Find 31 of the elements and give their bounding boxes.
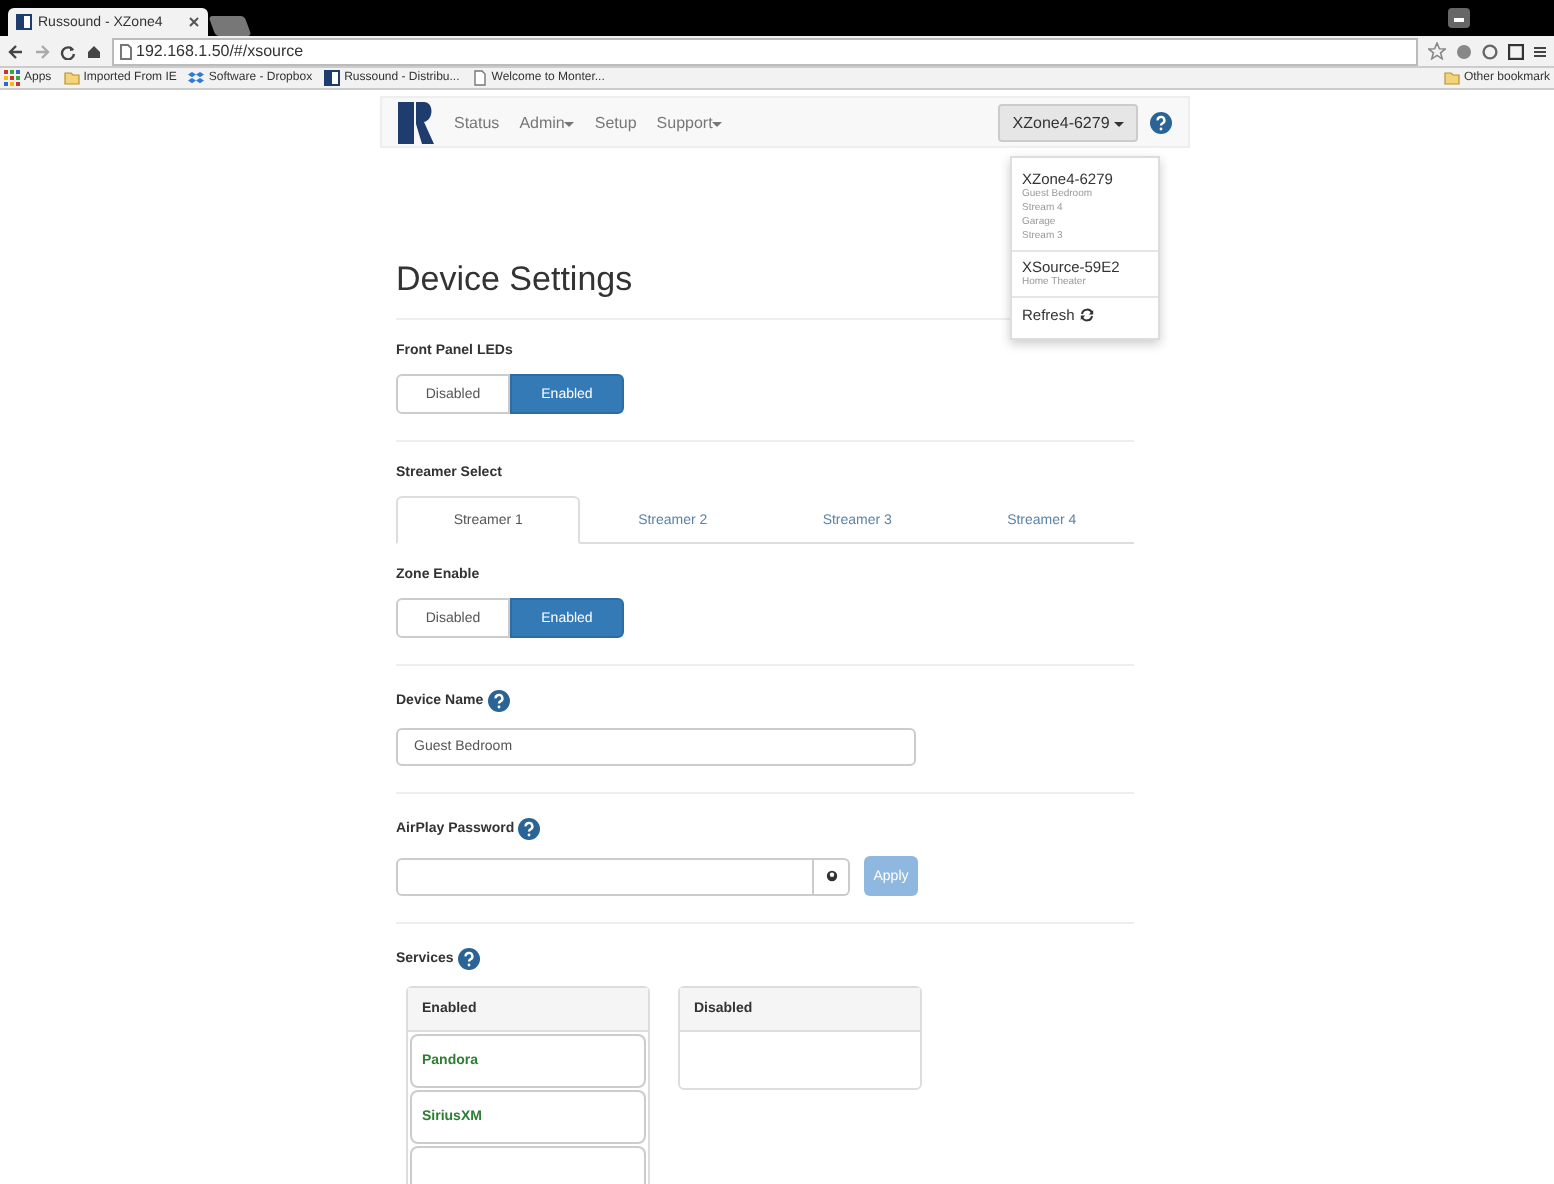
page-icon — [120, 43, 132, 59]
caret-icon — [564, 119, 575, 127]
new-tab-button[interactable] — [208, 16, 252, 36]
help-icon[interactable] — [1150, 111, 1172, 133]
back-icon[interactable] — [8, 43, 24, 59]
refresh-icon[interactable] — [1080, 308, 1095, 322]
menu-icon[interactable] — [1534, 43, 1546, 59]
caret-icon — [1114, 119, 1124, 127]
dropbox-icon — [188, 70, 205, 86]
home-icon[interactable] — [86, 43, 102, 59]
device-dropdown-button[interactable]: XZone4-6279 — [998, 103, 1138, 141]
nav-link[interactable]: Setup — [594, 113, 637, 131]
star-icon[interactable] — [1428, 42, 1446, 60]
password-field[interactable] — [396, 857, 814, 895]
reload-icon[interactable] — [60, 43, 76, 59]
help-icon[interactable] — [457, 948, 480, 970]
logo-icon[interactable] — [398, 101, 434, 143]
caret-icon — [712, 119, 723, 127]
nav-link[interactable]: Status — [454, 113, 500, 131]
show-password-button[interactable] — [814, 857, 850, 895]
help-icon[interactable] — [487, 690, 510, 712]
eye-icon — [825, 870, 837, 882]
logo-icon — [324, 70, 341, 86]
apps-icon — [4, 70, 20, 86]
logo-icon — [16, 14, 32, 30]
close-icon[interactable] — [188, 16, 200, 28]
nav-link[interactable]: Admin — [519, 113, 575, 131]
address-bar[interactable]: 192.168.1.50/#/xsource — [112, 37, 1418, 65]
help-icon[interactable] — [518, 818, 541, 840]
profile-icon[interactable] — [1448, 8, 1470, 28]
nav-link[interactable]: Support — [656, 113, 723, 131]
